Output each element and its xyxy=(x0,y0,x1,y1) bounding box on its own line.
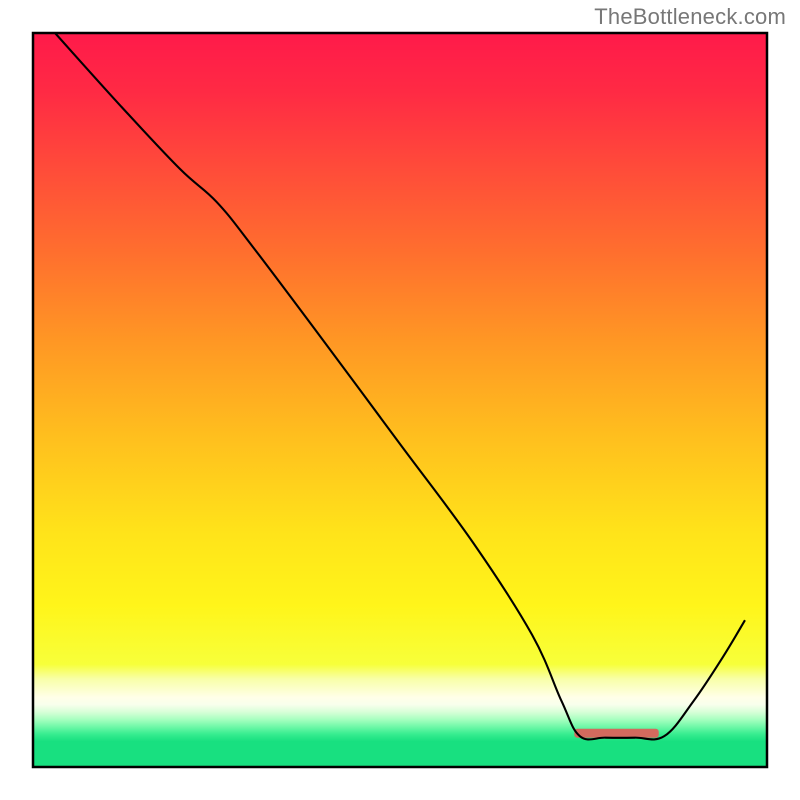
gradient-background xyxy=(33,33,767,767)
optimum-marker xyxy=(574,729,658,738)
chart-frame: { "watermark": "TheBottleneck.com", "bor… xyxy=(0,0,800,800)
bottleneck-chart xyxy=(0,0,800,800)
watermark-text: TheBottleneck.com xyxy=(594,4,786,30)
